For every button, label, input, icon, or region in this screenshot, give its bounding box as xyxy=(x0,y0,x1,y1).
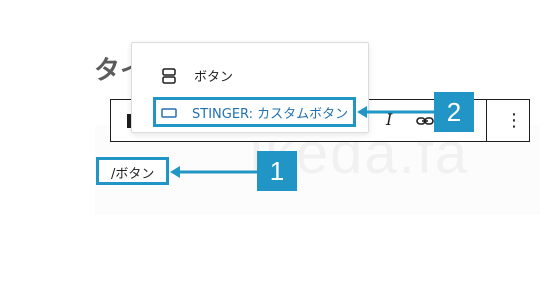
arrow-1 xyxy=(170,166,260,178)
menu-item-buttons[interactable]: ボタン xyxy=(132,61,368,91)
slash-command-text: /ボタン xyxy=(111,167,155,182)
highlight-frame-2 xyxy=(153,97,356,127)
menu-item-label: ボタン xyxy=(194,70,234,85)
step-badge-2: 2 xyxy=(434,92,474,132)
step-badge-1: 1 xyxy=(257,151,297,191)
arrow-2 xyxy=(357,106,435,118)
more-options-icon[interactable]: ⋮ xyxy=(505,108,523,134)
toolbar-divider xyxy=(486,99,487,142)
paragraph-block[interactable]: /ボタン xyxy=(96,157,169,185)
buttons-icon xyxy=(162,68,176,84)
